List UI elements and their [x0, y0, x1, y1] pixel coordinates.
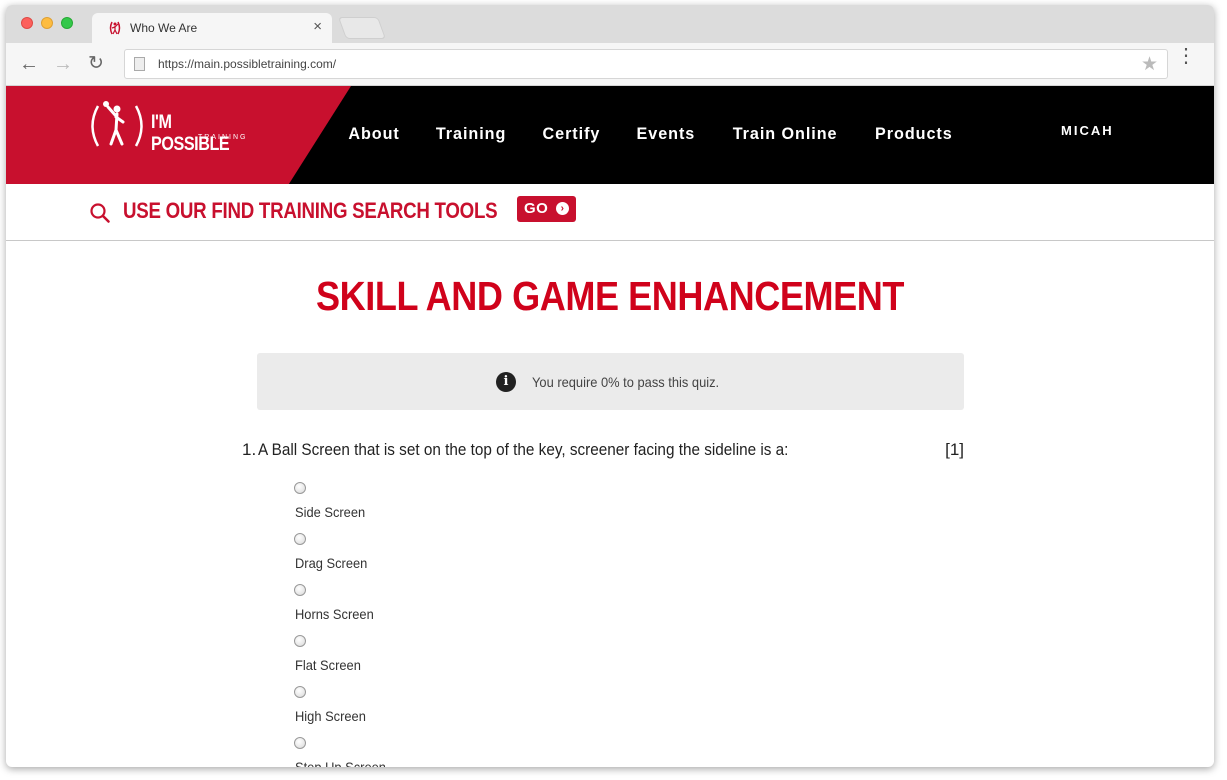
search-strip: USE OUR FIND TRAINING SEARCH TOOLS GO ›: [6, 184, 1214, 241]
nav-item-training[interactable]: Training: [436, 124, 506, 144]
question-number: 1.: [242, 440, 257, 459]
radio-button[interactable]: [294, 635, 306, 647]
browser-window: Who We Are × ← → ↻ https://main.possible…: [6, 5, 1214, 767]
site-header: I'M POSSIBLE TRAINING About Training Cer…: [6, 86, 1214, 184]
page-title: SKILL AND GAME ENHANCEMENT: [316, 273, 904, 319]
nav-item-products[interactable]: Products: [875, 124, 953, 144]
browser-tab-active[interactable]: Who We Are ×: [92, 13, 332, 43]
close-window-button[interactable]: [21, 17, 33, 29]
tab-close-icon[interactable]: ×: [313, 18, 322, 35]
athlete-logo-icon: [91, 101, 143, 147]
forward-arrow-icon[interactable]: →: [53, 54, 73, 74]
search-icon[interactable]: [90, 203, 110, 223]
quiz-notice: i You require 0% to pass this quiz.: [257, 353, 964, 410]
nav-item-events[interactable]: Events: [637, 124, 696, 144]
address-bar[interactable]: https://main.possibletraining.com/ ★: [124, 49, 1168, 79]
radio-button[interactable]: [294, 533, 306, 545]
main-nav: About Training Certify Events Train Onli…: [347, 124, 988, 144]
user-menu[interactable]: MICAH: [1061, 123, 1114, 138]
answer-options: Side Screen Drag Screen Horns Screen Fla…: [294, 482, 594, 767]
logo-subtext: TRAINING: [198, 134, 248, 141]
nav-item-train-online[interactable]: Train Online: [733, 124, 838, 144]
option-label[interactable]: Horns Screen: [295, 606, 374, 622]
answer-option[interactable]: Side Screen: [294, 482, 594, 533]
answer-option[interactable]: Drag Screen: [294, 533, 594, 584]
reload-icon[interactable]: ↻: [88, 54, 104, 74]
question-text: A Ball Screen that is set on the top of …: [258, 440, 789, 459]
option-label[interactable]: Side Screen: [295, 504, 365, 520]
radio-button[interactable]: [294, 686, 306, 698]
question-points: [1]: [945, 440, 964, 459]
tab-title: Who We Are: [130, 21, 198, 35]
bookmark-star-icon[interactable]: ★: [1141, 53, 1158, 76]
radio-button[interactable]: [294, 584, 306, 596]
answer-option[interactable]: Flat Screen: [294, 635, 594, 686]
notice-text: You require 0% to pass this quiz.: [532, 374, 720, 390]
answer-option[interactable]: High Screen: [294, 686, 594, 737]
answer-option[interactable]: Step Up Screen: [294, 737, 594, 767]
site-logo[interactable]: I'M POSSIBLE TRAINING: [89, 100, 249, 155]
page-icon: [134, 57, 145, 71]
answer-option[interactable]: Horns Screen: [294, 584, 594, 635]
option-label[interactable]: Drag Screen: [295, 555, 367, 571]
option-label[interactable]: Flat Screen: [295, 657, 361, 673]
info-icon: i: [496, 372, 516, 392]
tab-bar: Who We Are ×: [6, 5, 1214, 43]
browser-menu-icon[interactable]: ⋮: [1176, 46, 1196, 66]
nav-item-about[interactable]: About: [348, 124, 399, 144]
option-label[interactable]: High Screen: [295, 708, 366, 724]
minimize-window-button[interactable]: [41, 17, 53, 29]
go-button-label: GO: [524, 200, 549, 217]
new-tab-button[interactable]: [337, 17, 387, 39]
maximize-window-button[interactable]: [61, 17, 73, 29]
radio-button[interactable]: [294, 737, 306, 749]
site-favicon-icon: [109, 21, 121, 35]
chevron-right-icon: ›: [556, 202, 569, 215]
nav-item-certify[interactable]: Certify: [543, 124, 601, 144]
go-button[interactable]: GO ›: [517, 196, 576, 222]
search-tools-link[interactable]: USE OUR FIND TRAINING SEARCH TOOLS: [123, 198, 498, 224]
url-text: https://main.possibletraining.com/: [158, 57, 337, 71]
back-arrow-icon[interactable]: ←: [19, 54, 39, 74]
browser-toolbar: ← → ↻ https://main.possibletraining.com/…: [6, 43, 1214, 86]
option-label[interactable]: Step Up Screen: [295, 759, 386, 767]
radio-button[interactable]: [294, 482, 306, 494]
